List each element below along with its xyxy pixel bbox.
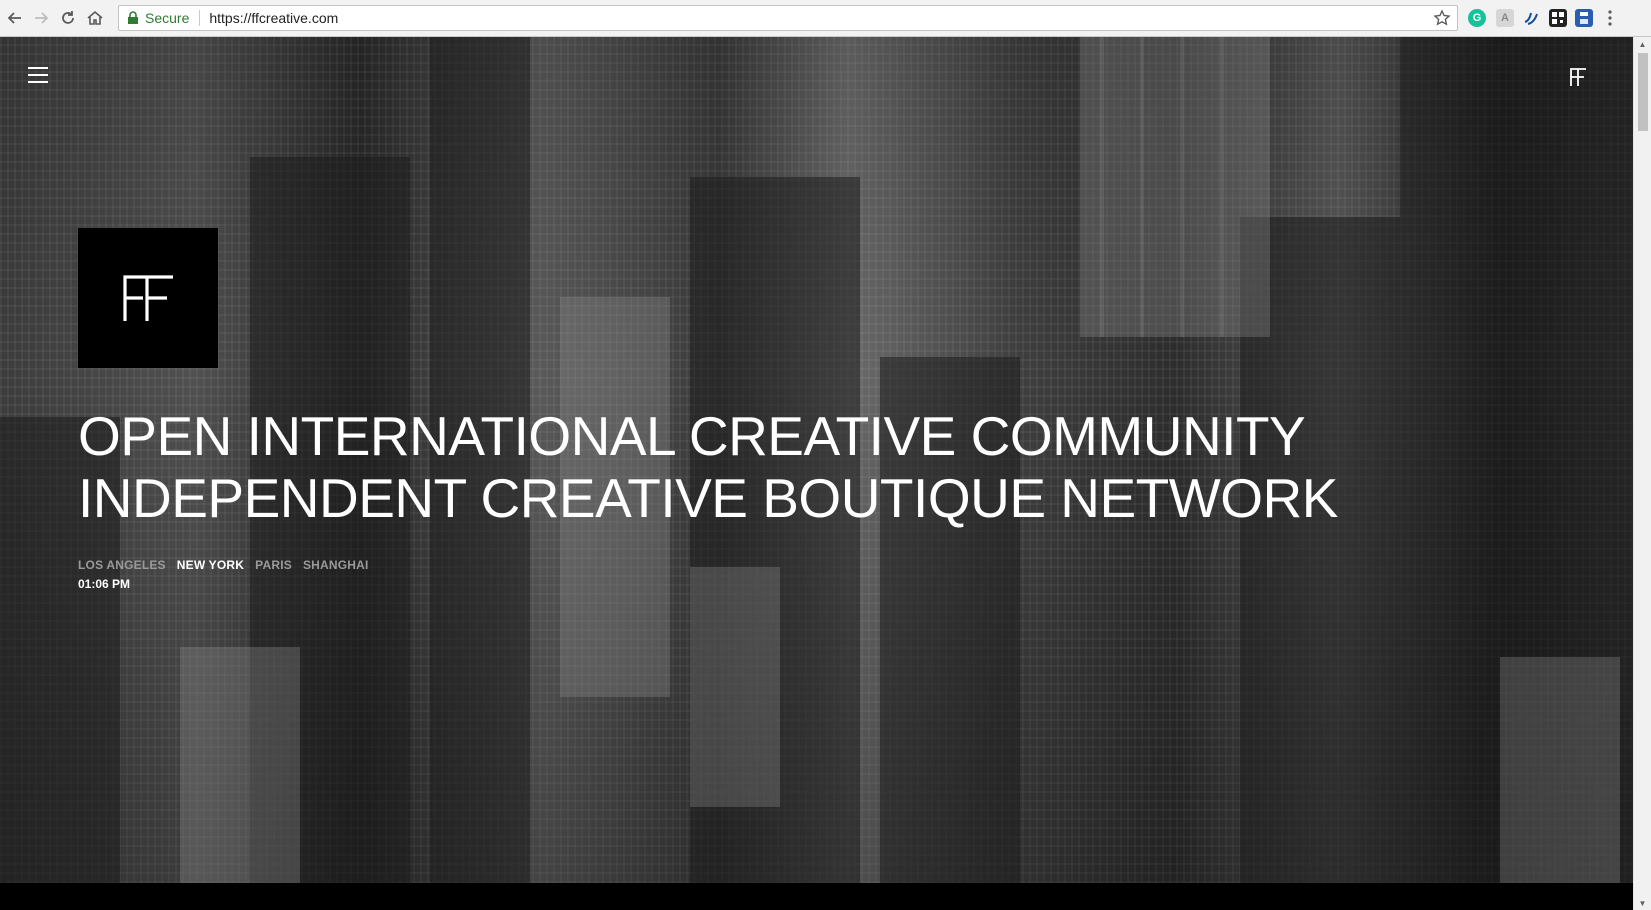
home-icon[interactable]	[85, 8, 105, 28]
reload-icon[interactable]	[58, 8, 78, 28]
scroll-thumb[interactable]	[1638, 53, 1648, 131]
hamburger-menu-icon[interactable]	[28, 67, 48, 83]
forward-arrow-icon[interactable]	[31, 8, 51, 28]
headline-line-1: OPEN INTERNATIONAL CREATIVE COMMUNITY	[78, 405, 1306, 467]
address-bar[interactable]: Secure https://ffcreative.com	[118, 5, 1458, 31]
omnibox-divider	[199, 10, 201, 26]
scroll-up-icon[interactable]: ▲	[1634, 37, 1651, 51]
headline-line-2: INDEPENDENT CREATIVE BOUTIQUE NETWORK	[78, 467, 1338, 529]
menu-dots-icon[interactable]	[1601, 9, 1619, 27]
back-arrow-icon[interactable]	[5, 8, 25, 28]
extension-a-icon[interactable]: A	[1496, 9, 1514, 27]
ff-logo-icon[interactable]	[1565, 64, 1591, 90]
page-scrollbar[interactable]: ▲ ▼	[1633, 37, 1651, 910]
hero-headline: OPEN INTERNATIONAL CREATIVE COMMUNITY IN…	[78, 405, 1528, 529]
ff-logo-box[interactable]	[78, 228, 218, 368]
city-selector: LOS ANGELES NEW YORK PARIS SHANGHAI	[78, 558, 380, 572]
extension-wave-icon[interactable]	[1522, 9, 1540, 27]
local-time: 01:06 PM	[78, 577, 131, 591]
city-los-angeles[interactable]: LOS ANGELES	[78, 558, 166, 572]
scroll-down-icon[interactable]: ▼	[1634, 896, 1651, 910]
secure-label: Secure	[145, 10, 190, 26]
url-text[interactable]: https://ffcreative.com	[209, 10, 338, 26]
lock-icon	[127, 11, 139, 25]
extension-qr-icon[interactable]	[1549, 9, 1567, 27]
city-paris[interactable]: PARIS	[255, 558, 292, 572]
city-new-york[interactable]: NEW YORK	[177, 558, 244, 572]
grammarly-icon[interactable]: G	[1468, 9, 1486, 27]
ff-monogram-icon	[123, 275, 173, 321]
city-shanghai[interactable]: SHANGHAI	[303, 558, 369, 572]
star-icon[interactable]	[1433, 9, 1451, 27]
page-viewport: OPEN INTERNATIONAL CREATIVE COMMUNITY IN…	[0, 37, 1633, 910]
save-icon[interactable]	[1575, 9, 1593, 27]
browser-toolbar: Secure https://ffcreative.com G A	[0, 0, 1651, 37]
page-bottom-band	[0, 883, 1633, 910]
